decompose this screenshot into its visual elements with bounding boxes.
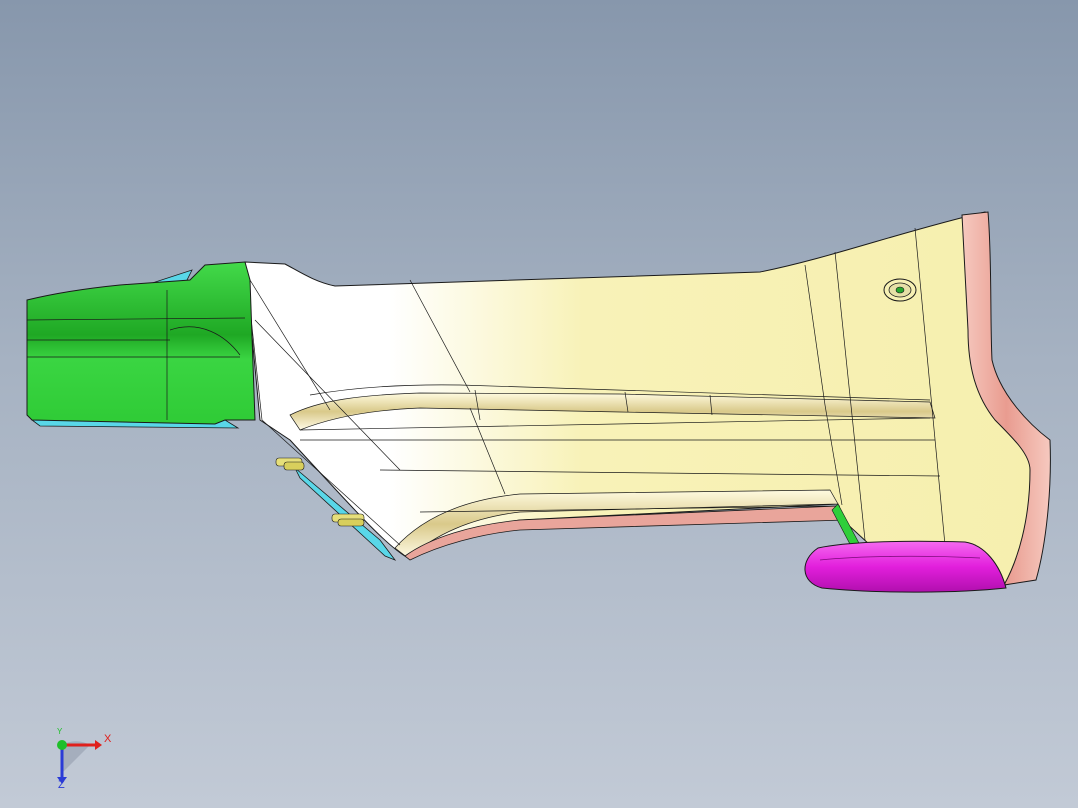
clip-upper <box>275 457 305 471</box>
green-end-part <box>26 261 256 425</box>
z-axis-label: Z <box>58 779 65 791</box>
axis-triad: X Y Z <box>40 725 120 795</box>
y-axis-dot <box>57 740 67 750</box>
cad-3d-viewport[interactable]: X Y Z <box>0 0 1078 808</box>
clip-lower <box>331 513 365 527</box>
magenta-part <box>804 540 1007 593</box>
hole-feature <box>883 278 917 302</box>
x-axis-arrow <box>95 740 102 750</box>
x-axis-label: X <box>104 733 112 745</box>
model-render <box>26 211 1051 593</box>
y-axis-label: Y <box>57 727 63 736</box>
